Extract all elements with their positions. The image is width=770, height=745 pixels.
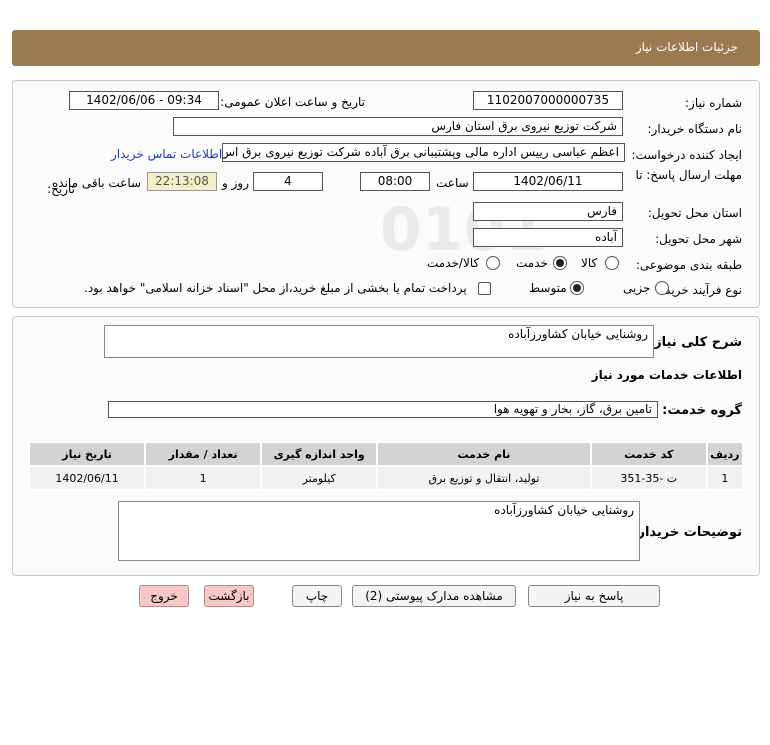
print-button[interactable]: چاپ bbox=[292, 585, 342, 607]
process-option-minor: جزیی bbox=[623, 281, 651, 295]
need-info-panel bbox=[12, 80, 760, 308]
treasury-payment-note: پرداخت تمام یا بخشی از مبلغ خرید،از محل … bbox=[84, 281, 467, 295]
category-option-goods: کالا bbox=[581, 256, 598, 270]
remaining-label: ساعت باقی مانده bbox=[52, 176, 142, 190]
deadline-date-field: 1402/06/11 bbox=[473, 172, 623, 191]
cell-need-date: 1402/06/11 bbox=[27, 465, 147, 491]
city-label: شهر محل تحویل: bbox=[655, 232, 742, 246]
col-quantity: تعداد / مقدار bbox=[144, 441, 263, 467]
page-title: جزئیات اطلاعات نیاز bbox=[635, 40, 738, 54]
buyer-notes-label: توضیحات خریدار: bbox=[632, 525, 742, 540]
buyer-org-field: شرکت توزیع نیروی برق استان فارس bbox=[173, 117, 623, 136]
service-group-label: گروه خدمت: bbox=[662, 403, 742, 418]
days-label: روز و bbox=[222, 176, 249, 190]
col-need-date: تاریخ نیاز bbox=[27, 441, 147, 467]
process-option-medium: متوسط bbox=[529, 281, 567, 295]
services-table: ردیف کد خدمت نام خدمت واحد اندازه گیری ت… bbox=[27, 441, 745, 491]
page-header: جزئیات اطلاعات نیاز bbox=[12, 30, 760, 66]
announce-date-label: تاریخ و ساعت اعلان عمومی: bbox=[220, 95, 365, 109]
need-summary-field: روشنایی خیابان کشاورزآباده bbox=[104, 325, 654, 358]
table-header-row: ردیف کد خدمت نام خدمت واحد اندازه گیری ت… bbox=[27, 441, 745, 467]
creator-field: اعظم عباسی رییس اداره مالی وپشتیبانی برق… bbox=[222, 143, 625, 162]
need-number-label: شماره نیاز: bbox=[685, 96, 742, 110]
cell-unit: کیلومتر bbox=[260, 465, 379, 491]
col-service-code: کد خدمت bbox=[589, 441, 708, 467]
buyer-org-label: نام دستگاه خریدار: bbox=[647, 122, 743, 136]
need-number-field: 1102007000000735 bbox=[473, 91, 623, 110]
cell-service-name: تولید، انتقال و توزیع برق bbox=[376, 465, 592, 491]
province-field: فارس bbox=[473, 202, 623, 221]
reply-button[interactable]: پاسخ به نیاز bbox=[528, 585, 660, 607]
services-heading: اطلاعات خدمات مورد نیاز bbox=[591, 368, 742, 382]
remaining-days-field: 4 bbox=[253, 172, 323, 191]
treasury-payment-checkbox[interactable] bbox=[478, 282, 491, 295]
exit-button[interactable]: خروج bbox=[139, 585, 189, 607]
category-option-goods-service: کالا/خدمت bbox=[427, 256, 480, 270]
creator-label: ایجاد کننده درخواست: bbox=[631, 148, 742, 162]
category-label: طبقه بندی موضوعی: bbox=[635, 258, 742, 272]
col-row-number: ردیف bbox=[705, 441, 745, 467]
category-radio-goods[interactable] bbox=[605, 256, 619, 270]
process-radio-minor[interactable] bbox=[655, 281, 669, 295]
view-attachments-button[interactable]: مشاهده مدارک پیوستی (2) bbox=[352, 585, 516, 607]
deadline-time-field: 08:00 bbox=[360, 172, 430, 191]
category-radio-service[interactable] bbox=[553, 256, 567, 270]
need-summary-label: شرح کلی نیاز: bbox=[648, 335, 742, 350]
deadline-label: مهلت ارسال پاسخ: تا bbox=[635, 168, 742, 182]
process-radio-medium[interactable] bbox=[570, 281, 584, 295]
col-service-name: نام خدمت bbox=[376, 441, 592, 467]
service-group-field: تامین برق، گاز، بخار و تهویه هوا bbox=[108, 401, 658, 418]
table-row: 1 ت -35-351 تولید، انتقال و توزیع برق کی… bbox=[27, 465, 745, 491]
cell-row-number: 1 bbox=[705, 465, 745, 491]
back-button[interactable]: بازگشت bbox=[204, 585, 254, 607]
announce-date-field: 1402/06/06 - 09:34 bbox=[69, 91, 219, 110]
city-field: آباده bbox=[473, 228, 623, 247]
deadline-time-label: ساعت bbox=[436, 176, 469, 190]
buyer-notes-field: روشنایی خیابان کشاورزآباده bbox=[118, 501, 640, 561]
category-option-service: خدمت bbox=[516, 256, 548, 270]
category-radio-goods-service[interactable] bbox=[486, 256, 500, 270]
process-label: نوع فرآیند خرید : bbox=[657, 283, 742, 297]
remaining-time-field: 22:13:08 bbox=[147, 172, 217, 191]
province-label: استان محل تحویل: bbox=[647, 206, 742, 220]
cell-quantity: 1 bbox=[144, 465, 263, 491]
cell-service-code: ت -35-351 bbox=[589, 465, 708, 491]
buyer-contact-link[interactable]: اطلاعات تماس خریدار bbox=[111, 147, 222, 161]
col-unit: واحد اندازه گیری bbox=[260, 441, 379, 467]
